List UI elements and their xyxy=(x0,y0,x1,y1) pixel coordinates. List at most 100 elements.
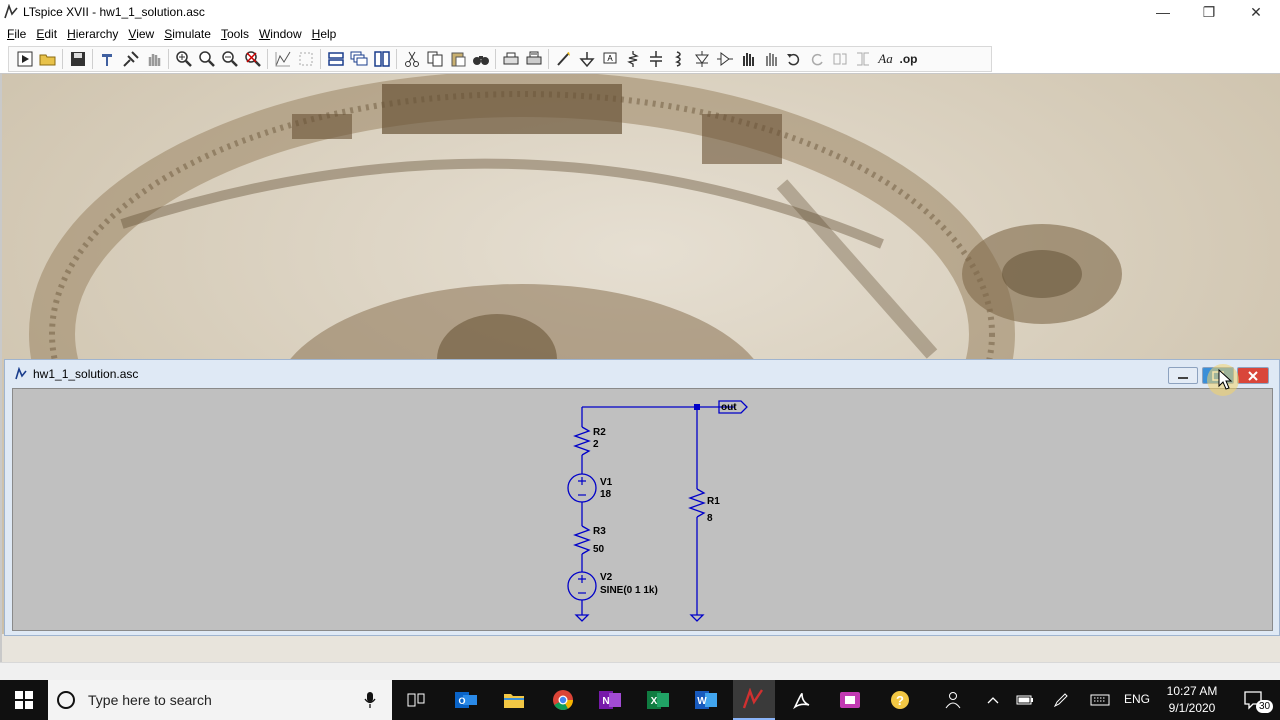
ground-icon[interactable] xyxy=(575,48,598,70)
v2-ref[interactable]: V2 xyxy=(600,572,613,583)
grid-icon[interactable] xyxy=(294,48,317,70)
menu-edit[interactable]: Edit xyxy=(31,27,62,41)
svg-text:O: O xyxy=(458,696,465,706)
restore-button[interactable]: ❐ xyxy=(1186,0,1232,24)
v1-value[interactable]: 18 xyxy=(600,489,612,500)
find-icon[interactable] xyxy=(469,48,492,70)
resistor-r2-symbol xyxy=(573,426,591,456)
menu-file[interactable]: File xyxy=(2,27,31,41)
excel-icon[interactable]: X xyxy=(638,680,678,720)
pen-icon[interactable] xyxy=(1050,680,1072,720)
menu-view[interactable]: View xyxy=(123,27,159,41)
net-label-out[interactable]: out xyxy=(721,402,737,413)
ground-symbol-left xyxy=(574,614,590,622)
open-icon[interactable] xyxy=(36,48,59,70)
clock-date: 9/1/2020 xyxy=(1168,701,1216,715)
menu-help[interactable]: Help xyxy=(307,27,342,41)
ground-symbol-right xyxy=(689,614,705,622)
menu-simulate[interactable]: Simulate xyxy=(159,27,216,41)
pan-hand-icon[interactable] xyxy=(142,48,165,70)
outlook-icon[interactable]: O xyxy=(446,680,486,720)
onenote-icon[interactable]: N xyxy=(590,680,630,720)
label-net-icon[interactable]: A xyxy=(598,48,621,70)
tile-horizontal-icon[interactable] xyxy=(324,48,347,70)
keyboard-icon[interactable] xyxy=(1088,680,1112,720)
cut-icon[interactable] xyxy=(400,48,423,70)
title-bar: LTspice XVII - hw1_1_solution.asc — ❐ ✕ xyxy=(0,0,1280,24)
capacitor-icon[interactable] xyxy=(644,48,667,70)
text-icon[interactable]: Aa xyxy=(874,48,897,70)
redo-icon[interactable] xyxy=(805,48,828,70)
people-icon[interactable] xyxy=(940,680,968,720)
undo-icon[interactable] xyxy=(782,48,805,70)
close-button[interactable]: ✕ xyxy=(1233,0,1279,24)
copy-icon[interactable] xyxy=(423,48,446,70)
schematic-window-titlebar[interactable]: hw1_1_solution.asc xyxy=(5,360,1279,388)
child-minimize-button[interactable] xyxy=(1168,367,1198,384)
print-setup-icon[interactable] xyxy=(522,48,545,70)
notifications-button[interactable]: 30 xyxy=(1234,680,1274,720)
language-indicator[interactable]: ENG xyxy=(1124,692,1150,706)
save-icon[interactable] xyxy=(66,48,89,70)
zoom-fit-icon[interactable] xyxy=(195,48,218,70)
run-icon[interactable] xyxy=(13,48,36,70)
start-button[interactable] xyxy=(0,680,48,720)
circuit-schematic: out R2 2 V1 18 R3 50 V2 SINE(0 1 1k) R1 … xyxy=(567,400,748,622)
svg-text:N: N xyxy=(602,696,609,707)
zoom-out-icon[interactable] xyxy=(218,48,241,70)
chrome-icon[interactable] xyxy=(543,680,583,720)
windows-logo-icon xyxy=(15,691,33,709)
r1-value[interactable]: 8 xyxy=(707,513,713,524)
ltspice-taskbar-icon[interactable] xyxy=(733,680,775,720)
word-icon[interactable]: W xyxy=(686,680,726,720)
v2-value[interactable]: SINE(0 1 1k) xyxy=(600,585,658,596)
cortana-circle-icon xyxy=(57,691,75,709)
cascade-icon[interactable] xyxy=(347,48,370,70)
taskbar-search-box[interactable]: Type here to search xyxy=(48,680,392,720)
r1-ref[interactable]: R1 xyxy=(707,496,720,507)
schematic-icon xyxy=(15,367,27,380)
rotate-icon[interactable] xyxy=(828,48,851,70)
paste-icon[interactable] xyxy=(446,48,469,70)
battery-icon[interactable] xyxy=(1014,680,1036,720)
ltspice-logo-icon xyxy=(4,4,18,19)
r2-value[interactable]: 2 xyxy=(593,439,599,450)
inductor-icon[interactable] xyxy=(667,48,690,70)
menu-window[interactable]: Window xyxy=(254,27,307,41)
zoom-in-icon[interactable] xyxy=(172,48,195,70)
diode-icon[interactable] xyxy=(690,48,713,70)
cancel-zoom-icon[interactable] xyxy=(241,48,264,70)
autorange-icon[interactable] xyxy=(271,48,294,70)
system-clock[interactable]: 10:27 AM 9/1/2020 xyxy=(1160,683,1224,717)
r2-ref[interactable]: R2 xyxy=(593,427,606,438)
print-icon[interactable] xyxy=(499,48,522,70)
v1-ref[interactable]: V1 xyxy=(600,477,613,488)
minimize-button[interactable]: — xyxy=(1140,0,1186,24)
move-icon[interactable] xyxy=(736,48,759,70)
task-view-icon[interactable] xyxy=(396,680,436,720)
probe-icon[interactable] xyxy=(119,48,142,70)
chevron-up-icon[interactable] xyxy=(982,680,1004,720)
schematic-canvas[interactable]: out R2 2 V1 18 R3 50 V2 SINE(0 1 1k) R1 … xyxy=(12,388,1273,631)
microphone-icon[interactable] xyxy=(364,691,376,709)
help-icon[interactable]: ? xyxy=(880,680,920,720)
minimize-icon xyxy=(1178,376,1188,379)
taskbar: Type here to search O N X W ? ENG 10:27 … xyxy=(0,680,1280,720)
file-explorer-icon[interactable] xyxy=(494,680,534,720)
r3-ref[interactable]: R3 xyxy=(593,526,606,537)
r3-value[interactable]: 50 xyxy=(593,544,605,555)
svg-text:W: W xyxy=(697,696,707,707)
menu-hierarchy[interactable]: Hierarchy xyxy=(62,27,123,41)
mouse-cursor-icon xyxy=(1207,364,1239,396)
hammer-icon[interactable] xyxy=(96,48,119,70)
drag-icon[interactable] xyxy=(759,48,782,70)
spice-directive-icon[interactable]: .op xyxy=(897,48,920,70)
component-icon[interactable] xyxy=(713,48,736,70)
menu-tools[interactable]: Tools xyxy=(216,27,254,41)
mirror-icon[interactable] xyxy=(851,48,874,70)
teams-icon[interactable] xyxy=(830,680,870,720)
resistor-icon[interactable] xyxy=(621,48,644,70)
tile-vertical-icon[interactable] xyxy=(370,48,393,70)
acrobat-icon[interactable] xyxy=(782,680,822,720)
wire-icon[interactable] xyxy=(552,48,575,70)
